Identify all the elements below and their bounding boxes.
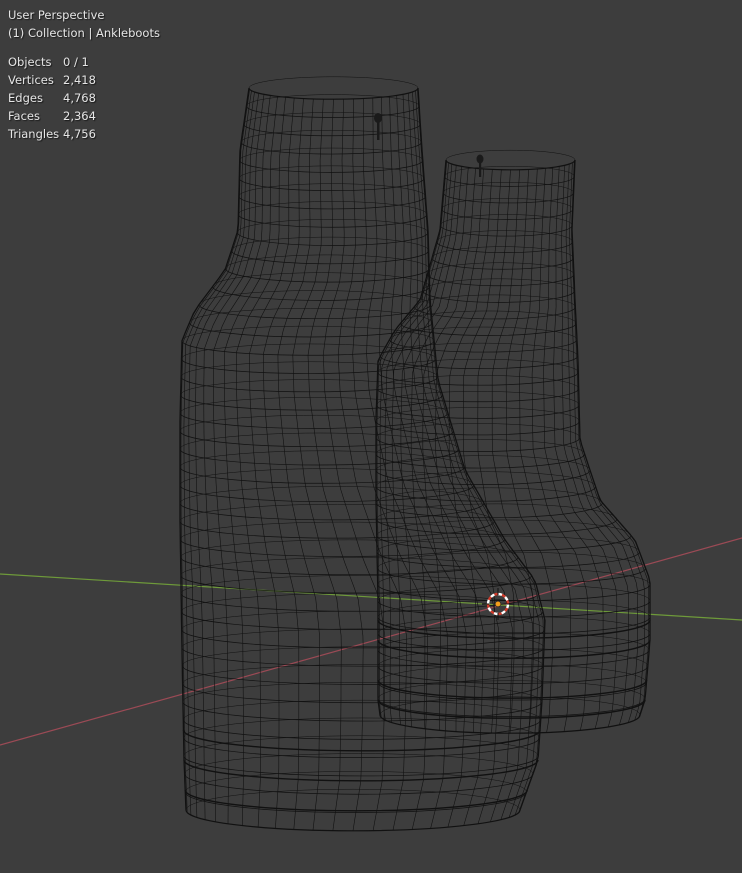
collection-label: (1) Collection | Ankleboots bbox=[8, 26, 160, 40]
stat-value: 2,364 bbox=[63, 109, 96, 123]
stat-label: Vertices bbox=[8, 73, 54, 87]
stat-row-edges: Edges 4,768 bbox=[8, 89, 160, 107]
stat-row-objects: Objects 0 / 1 bbox=[8, 53, 160, 71]
stat-value: 2,418 bbox=[63, 73, 96, 87]
zipper-pull-left bbox=[374, 113, 382, 140]
stat-row-triangles: Triangles 4,756 bbox=[8, 125, 160, 143]
stat-value: 4,768 bbox=[63, 91, 96, 105]
stat-value: 0 / 1 bbox=[63, 55, 89, 69]
3d-viewport[interactable]: User Perspective (1) Collection | Ankleb… bbox=[0, 0, 742, 873]
stat-row-vertices: Vertices 2,418 bbox=[8, 71, 160, 89]
viewport-info-overlay: User Perspective (1) Collection | Ankleb… bbox=[8, 6, 160, 143]
scene-statistics: Objects 0 / 1 Vertices 2,418 Edges 4,768… bbox=[8, 53, 160, 143]
origin-point-icon bbox=[494, 600, 502, 608]
stat-label: Objects bbox=[8, 55, 52, 69]
stat-row-faces: Faces 2,364 bbox=[8, 107, 160, 125]
stat-label: Faces bbox=[8, 109, 40, 123]
stat-value: 4,756 bbox=[63, 127, 96, 141]
stat-label: Triangles bbox=[8, 127, 60, 141]
y-axis-line bbox=[0, 573, 742, 621]
stat-label: Edges bbox=[8, 91, 43, 105]
view-name: User Perspective bbox=[8, 8, 105, 22]
zipper-pull-right bbox=[476, 154, 484, 177]
